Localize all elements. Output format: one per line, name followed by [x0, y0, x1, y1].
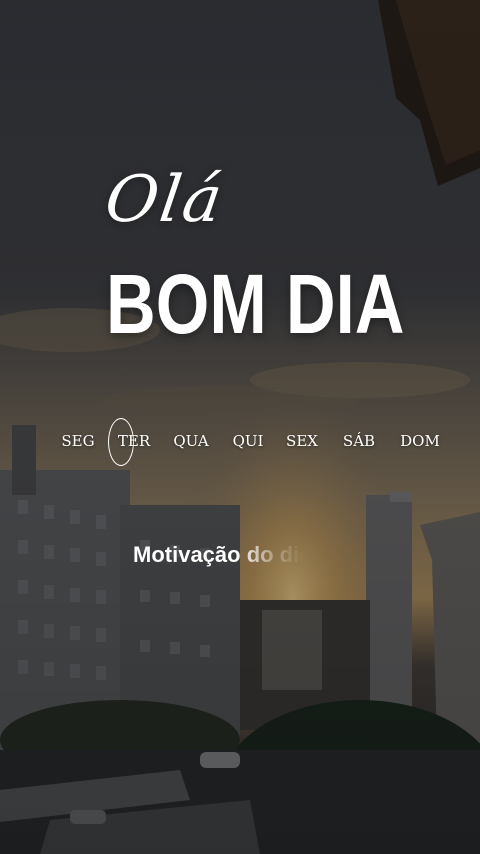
- day-qua[interactable]: QUA: [173, 432, 208, 450]
- day-sex[interactable]: SEX: [286, 432, 318, 450]
- greeting-title: Olá: [100, 163, 229, 237]
- weekday-selector: SEG TER QUA QUI SEX SÁB DOM: [50, 418, 460, 468]
- day-dom[interactable]: DOM: [400, 432, 440, 450]
- headline-title: BOM DIA: [106, 257, 405, 351]
- day-seg[interactable]: SEG: [61, 432, 94, 450]
- motivation-text: Motivação do dia: [133, 542, 312, 567]
- day-ter[interactable]: TER: [118, 432, 150, 450]
- day-qui[interactable]: QUI: [233, 432, 264, 450]
- day-sab[interactable]: SÁB: [343, 432, 375, 450]
